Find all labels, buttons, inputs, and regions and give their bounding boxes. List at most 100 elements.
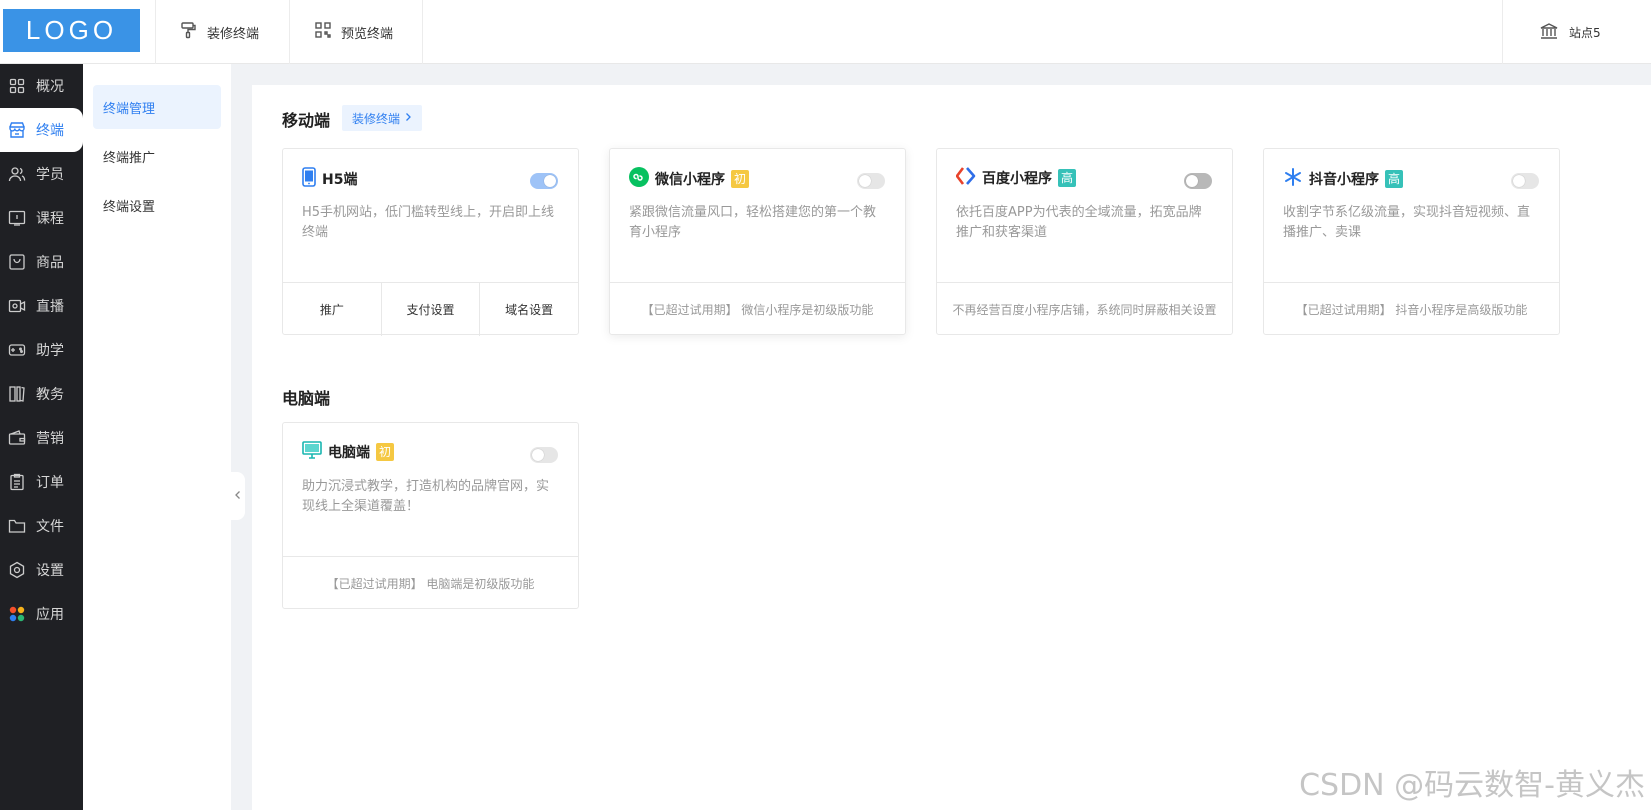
pc-terminal-card: 电脑端 初 助力沉浸式教学，打造机构的品牌官网，实现线上全渠道覆盖！ 【已超过试… xyxy=(282,422,579,609)
product-icon xyxy=(8,253,26,271)
dashboard-icon xyxy=(8,77,26,95)
watermark: CSDN @码云数智-黄义杰 xyxy=(1299,768,1645,803)
douyin-mini-program-card: 抖音小程序 高 收割字节系亿级流量，实现抖音短视频、直播推广、卖课 【已超过试用… xyxy=(1263,148,1560,335)
gamepad-icon xyxy=(8,341,26,359)
sidebar-item-label: 学员 xyxy=(36,167,64,183)
douyin-enable-toggle[interactable] xyxy=(1511,173,1539,189)
subnav-terminal-management[interactable]: 终端管理 xyxy=(93,85,221,129)
card-description: 收割字节系亿级流量，实现抖音短视频、直播推广、卖课 xyxy=(1283,205,1531,240)
qr-code-icon xyxy=(314,21,332,43)
card-description: 紧跟微信流量风口，轻松搭建您的第一个教育小程序 xyxy=(629,205,877,240)
wechat-enable-toggle[interactable] xyxy=(857,173,885,189)
card-actions: 推广 支付设置 域名设置 xyxy=(283,282,578,336)
sidebar-item-label: 助学 xyxy=(36,343,64,359)
apps-icon xyxy=(8,605,26,623)
wechat-mini-program-card: 微信小程序 初 紧跟微信流量风口，轻松搭建您的第一个教育小程序 【已超过试用期】… xyxy=(609,148,906,335)
card-footer-note: 不再经营百度小程序店铺，系统同时屏蔽相关设置 xyxy=(937,282,1232,336)
preview-terminal-label: 预览终端 xyxy=(341,26,394,42)
sidebar-item-terminal[interactable]: 终端 xyxy=(0,108,83,152)
promote-button[interactable]: 推广 xyxy=(283,283,382,336)
card-header: 抖音小程序 高 xyxy=(1283,167,1404,191)
card-header: 百度小程序 高 xyxy=(955,167,1077,189)
douyin-mini-icon xyxy=(1283,167,1303,191)
logo[interactable]: LOGO xyxy=(3,9,140,52)
sidebar-item-label: 概况 xyxy=(36,79,64,95)
top-header: LOGO 装修终端 预览终端 站点5 xyxy=(0,0,1651,64)
sidebar-item-products[interactable]: 商品 xyxy=(0,240,83,284)
settings-icon xyxy=(8,561,26,579)
sidebar-collapse-handle[interactable] xyxy=(231,472,245,520)
sidebar-item-label: 文件 xyxy=(36,519,64,535)
course-icon xyxy=(8,209,26,227)
decorate-link-label: 装修终端 xyxy=(352,111,401,126)
card-footer-note: 【已超过试用期】 电脑端是初级版功能 xyxy=(283,556,578,610)
main-sidebar: 概况 终端 学员 课程 商品 直播 助学 教务 营销 订单 文件 设置 应用 xyxy=(0,64,83,810)
tier-badge: 初 xyxy=(376,443,395,461)
phone-icon xyxy=(302,167,316,191)
monitor-icon xyxy=(302,441,322,463)
store-icon xyxy=(8,121,26,139)
sidebar-item-label: 订单 xyxy=(36,475,64,491)
sidebar-item-courses[interactable]: 课程 xyxy=(0,196,83,240)
baidu-mini-icon xyxy=(955,167,976,189)
live-icon xyxy=(8,297,26,315)
preview-terminal-button[interactable]: 预览终端 xyxy=(289,0,423,64)
card-description: 依托百度APP为代表的全域流量，拓宽品牌推广和获客渠道 xyxy=(956,205,1202,240)
sidebar-item-files[interactable]: 文件 xyxy=(0,504,83,548)
sidebar-item-marketing[interactable]: 营销 xyxy=(0,416,83,460)
card-description: 助力沉浸式教学，打造机构的品牌官网，实现线上全渠道覆盖！ xyxy=(302,479,550,514)
site-label: 站点5 xyxy=(1569,25,1601,40)
sidebar-item-overview[interactable]: 概况 xyxy=(0,64,83,108)
sidebar-item-label: 终端 xyxy=(36,123,64,139)
sidebar-item-label: 营销 xyxy=(36,431,64,447)
payment-settings-button[interactable]: 支付设置 xyxy=(382,283,481,336)
bank-icon xyxy=(1539,21,1559,44)
site-switcher[interactable]: 站点5 xyxy=(1502,0,1651,64)
sidebar-item-label: 直播 xyxy=(36,299,64,315)
card-header: H5端 xyxy=(302,167,357,191)
decorate-terminal-link[interactable]: 装修终端 xyxy=(342,105,423,131)
domain-settings-button[interactable]: 域名设置 xyxy=(480,283,578,336)
pc-enable-toggle[interactable] xyxy=(530,447,558,463)
sidebar-item-label: 应用 xyxy=(36,607,64,623)
tier-badge: 高 xyxy=(1385,170,1404,188)
card-description: H5手机网站，低门槛转型线上，开启即上线终端 xyxy=(302,205,555,240)
sidebar-item-apps[interactable]: 应用 xyxy=(0,592,83,636)
baidu-mini-program-card: 百度小程序 高 依托百度APP为代表的全域流量，拓宽品牌推广和获客渠道 不再经营… xyxy=(936,148,1233,335)
h5-terminal-card: H5端 H5手机网站，低门槛转型线上，开启即上线终端 推广 支付设置 域名设置 xyxy=(282,148,579,336)
sidebar-item-settings[interactable]: 设置 xyxy=(0,548,83,592)
decorate-terminal-button[interactable]: 装修终端 xyxy=(155,0,289,64)
sidebar-item-label: 教务 xyxy=(36,387,64,403)
sidebar-item-label: 设置 xyxy=(36,563,64,579)
subnav-terminal-promotion[interactable]: 终端推广 xyxy=(93,134,221,178)
folder-icon xyxy=(8,517,26,535)
tier-badge: 初 xyxy=(731,170,750,188)
pc-section-title: 电脑端 xyxy=(282,389,331,408)
sidebar-item-students[interactable]: 学员 xyxy=(0,152,83,196)
card-title: 电脑端 xyxy=(328,445,370,461)
book-icon xyxy=(8,385,26,403)
card-header: 电脑端 初 xyxy=(302,441,395,463)
clipboard-icon xyxy=(8,473,26,491)
card-title: 百度小程序 xyxy=(982,171,1052,187)
card-title: 抖音小程序 xyxy=(1309,172,1379,188)
decorate-terminal-label: 装修终端 xyxy=(207,26,260,42)
sidebar-item-study-aid[interactable]: 助学 xyxy=(0,328,83,372)
card-footer-note: 【已超过试用期】 抖音小程序是高级版功能 xyxy=(1264,282,1559,336)
chevron-left-icon xyxy=(234,489,242,503)
paint-roller-icon xyxy=(180,21,198,43)
card-title: 微信小程序 xyxy=(655,172,725,188)
h5-enable-toggle[interactable] xyxy=(530,173,558,189)
subnav-terminal-settings[interactable]: 终端设置 xyxy=(93,183,221,227)
baidu-enable-toggle[interactable] xyxy=(1184,173,1212,189)
sidebar-item-label: 课程 xyxy=(36,211,64,227)
card-footer-note: 【已超过试用期】 微信小程序是初级版功能 xyxy=(610,282,905,336)
sidebar-item-label: 商品 xyxy=(36,255,64,271)
mobile-section-title: 移动端 xyxy=(282,111,331,130)
tier-badge: 高 xyxy=(1058,169,1077,187)
sidebar-item-orders[interactable]: 订单 xyxy=(0,460,83,504)
sidebar-item-live[interactable]: 直播 xyxy=(0,284,83,328)
wechat-mini-icon xyxy=(629,167,649,191)
card-header: 微信小程序 初 xyxy=(629,167,750,191)
sidebar-item-academic[interactable]: 教务 xyxy=(0,372,83,416)
